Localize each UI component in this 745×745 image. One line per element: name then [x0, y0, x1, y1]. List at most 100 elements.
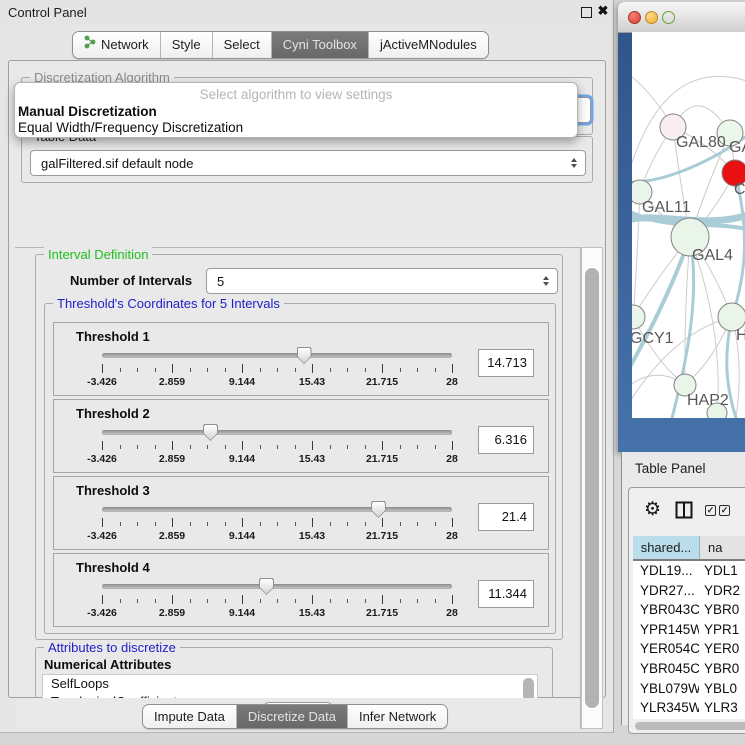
minimize-traffic-light[interactable]: [645, 11, 658, 24]
tick-label: 21.715: [366, 607, 398, 619]
table-row[interactable]: YDL19...YDL1: [633, 561, 745, 581]
slider-tick-labels: -3.4262.8599.14415.4321.71528: [102, 453, 452, 467]
table-row[interactable]: YPR145WYPR1: [633, 620, 745, 640]
tick-label: 9.144: [229, 376, 255, 388]
close-traffic-light[interactable]: [628, 11, 641, 24]
slider-tick-labels: -3.4262.8599.14415.4321.71528: [102, 607, 452, 621]
float-window-icon[interactable]: [581, 7, 592, 18]
network-graph: GAL80GACGAL11GAL4GCY1HHAP2: [632, 32, 745, 418]
table-data-combo[interactable]: galFiltered.sif default node: [30, 150, 586, 176]
tick-label: 21.715: [366, 530, 398, 542]
threshold-3-label: Threshold 3: [76, 483, 150, 498]
slider-track[interactable]: [102, 507, 452, 512]
table-row[interactable]: YIL052CYIL0: [633, 718, 745, 719]
column-header-name[interactable]: na: [700, 536, 745, 559]
numerical-attributes-label: Numerical Attributes: [44, 657, 171, 672]
screen: Control Panel ✖ Network Style: [0, 0, 745, 745]
split-columns-icon[interactable]: [675, 501, 693, 524]
popup-option-manual-discretization[interactable]: Manual Discretization: [18, 104, 157, 119]
tab-cyni-toolbox-label: Cyni Toolbox: [283, 32, 357, 58]
top-tab-strip: Network Style Select Cyni Toolbox jActiv…: [72, 31, 489, 59]
zoom-traffic-light[interactable]: [662, 11, 675, 24]
tick-label: 15.43: [299, 530, 325, 542]
tick-label: 28: [446, 607, 458, 619]
popup-option-equal-width-frequency[interactable]: Equal Width/Frequency Discretization: [18, 120, 243, 135]
network-edge[interactable]: [633, 192, 640, 317]
node-label: GA: [729, 139, 745, 156]
close-icon[interactable]: ✖: [596, 2, 610, 20]
table-row[interactable]: YBL079WYBL0: [633, 679, 745, 699]
stepper-arrows-icon: [571, 158, 577, 168]
table-row[interactable]: YER054CYER0: [633, 639, 745, 659]
table-panel-title: Table Panel: [635, 461, 706, 476]
control-panel-titlebar: Control Panel ✖: [0, 0, 613, 24]
number-of-intervals-combo[interactable]: 5: [206, 268, 558, 294]
tab-jactivemnodules[interactable]: jActiveMNodules: [369, 32, 488, 58]
threshold-4-label: Threshold 4: [76, 560, 150, 575]
slider-ticks: [102, 518, 452, 528]
table-header-row: shared... na: [633, 536, 745, 561]
tick-label: 21.715: [366, 453, 398, 465]
slider-tick-labels: -3.4262.8599.14415.4321.71528: [102, 530, 452, 544]
threshold-4-value-field[interactable]: 11.344: [478, 580, 534, 608]
tab-impute-data[interactable]: Impute Data: [143, 705, 237, 728]
tick-label: 2.859: [159, 453, 185, 465]
checkbox-icon[interactable]: ✓: [705, 505, 716, 516]
tick-label: 9.144: [229, 530, 255, 542]
threshold-3-block: Threshold 3 -3.4262.8599.14415.4321.7152…: [53, 476, 549, 550]
tab-discretize-data-label: Discretize Data: [248, 705, 336, 728]
tick-label: 28: [446, 453, 458, 465]
tick-label: 2.859: [159, 376, 185, 388]
thresholds-group-title: Threshold's Coordinates for 5 Intervals: [53, 296, 284, 311]
tab-select-label: Select: [224, 32, 260, 58]
table-row[interactable]: YBR045CYBR0: [633, 659, 745, 679]
tab-style[interactable]: Style: [161, 32, 213, 58]
cyni-toolbox-panel: Discretization Algorithm Table Data galF…: [8, 60, 606, 698]
slider-thumb[interactable]: [259, 578, 274, 595]
slider-track[interactable]: [102, 430, 452, 435]
slider-track[interactable]: [102, 584, 452, 589]
table-panel: Table Panel ⚙ ✓ ✓ shared... na YDL19...Y…: [621, 452, 745, 725]
interval-definition-title: Interval Definition: [44, 247, 152, 262]
tick-label: -3.426: [87, 607, 117, 619]
tab-network[interactable]: Network: [73, 32, 161, 58]
table-horizontal-scrollbar[interactable]: [635, 722, 745, 730]
slider-track[interactable]: [102, 353, 452, 358]
threshold-3-slider: -3.4262.8599.14415.4321.71528: [102, 505, 452, 549]
threshold-2-label: Threshold 2: [76, 406, 150, 421]
slider-thumb[interactable]: [371, 501, 386, 518]
algorithm-prompt: Select algorithm to view settings: [15, 87, 577, 102]
tab-discretize-data[interactable]: Discretize Data: [237, 705, 348, 728]
algorithm-dropdown-popup: Select algorithm to view settings Manual…: [14, 82, 578, 138]
main-vertical-scrollbar[interactable]: [581, 247, 603, 729]
threshold-1-slider: -3.4262.8599.14415.4321.71528: [102, 351, 452, 395]
control-panel-window: Control Panel ✖ Network Style: [0, 0, 614, 733]
slider-thumb[interactable]: [297, 347, 312, 364]
table-row[interactable]: YDR27...YDR2: [633, 581, 745, 601]
network-canvas[interactable]: GAL80GACGAL11GAL4GCY1HHAP2: [632, 32, 745, 418]
threshold-2-value-field[interactable]: 6.316: [478, 426, 534, 454]
threshold-3-value-field[interactable]: 21.4: [478, 503, 534, 531]
checkbox-icon[interactable]: ✓: [719, 505, 730, 516]
node-label: H: [736, 327, 745, 344]
table-row[interactable]: YBR043CYBR0: [633, 600, 745, 620]
tab-select[interactable]: Select: [213, 32, 272, 58]
tab-infer-network[interactable]: Infer Network: [348, 705, 447, 728]
tick-label: 2.859: [159, 530, 185, 542]
attribute-item[interactable]: SelfLoops: [43, 675, 537, 693]
tick-label: 28: [446, 376, 458, 388]
slider-ticks: [102, 595, 452, 605]
threshold-1-value-field[interactable]: 14.713: [478, 349, 534, 377]
slider-ticks: [102, 441, 452, 451]
threshold-1-block: Threshold 1 -3.4262.8599.14415.4321.7152…: [53, 322, 549, 396]
network-node[interactable]: [632, 305, 645, 329]
slider-thumb[interactable]: [203, 424, 218, 441]
table-row[interactable]: YLR345WYLR3: [633, 698, 745, 718]
gear-icon[interactable]: ⚙: [644, 498, 661, 522]
network-tab-icon: [84, 32, 96, 58]
scrollbar-thumb[interactable]: [585, 268, 599, 708]
stepper-arrows-icon: [543, 276, 549, 286]
column-header-shared-name[interactable]: shared...: [633, 536, 700, 559]
tab-cyni-toolbox[interactable]: Cyni Toolbox: [272, 32, 369, 58]
node-label: C: [734, 181, 745, 198]
